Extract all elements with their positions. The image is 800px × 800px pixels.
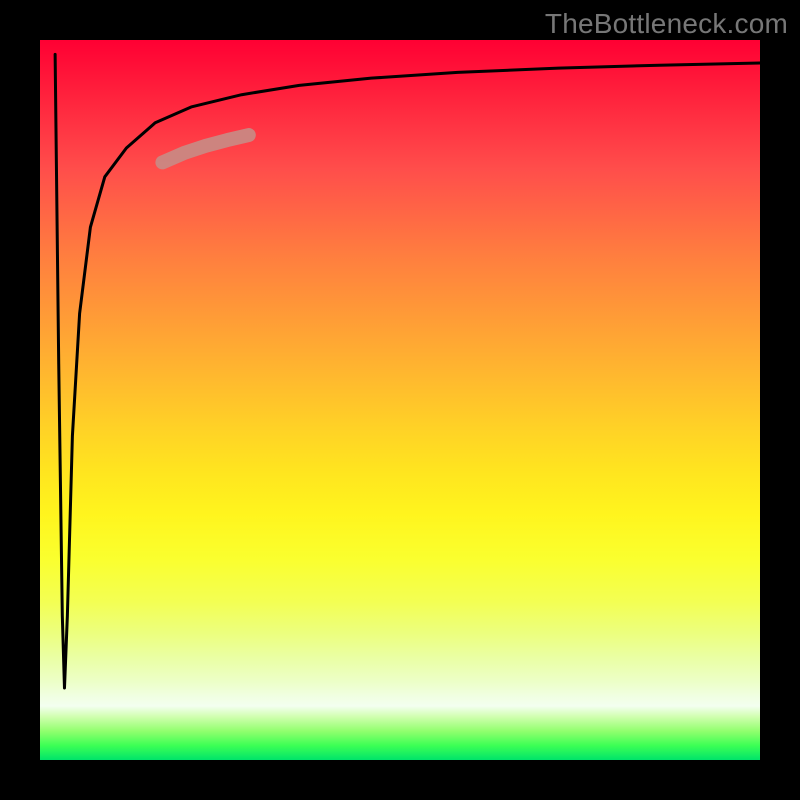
highlight-segment — [162, 135, 248, 162]
watermark-text: TheBottleneck.com — [545, 8, 788, 40]
plot-area — [40, 40, 760, 760]
main-curve — [55, 54, 760, 688]
chart-stage: TheBottleneck.com — [0, 0, 800, 800]
curve-layer — [40, 40, 760, 760]
